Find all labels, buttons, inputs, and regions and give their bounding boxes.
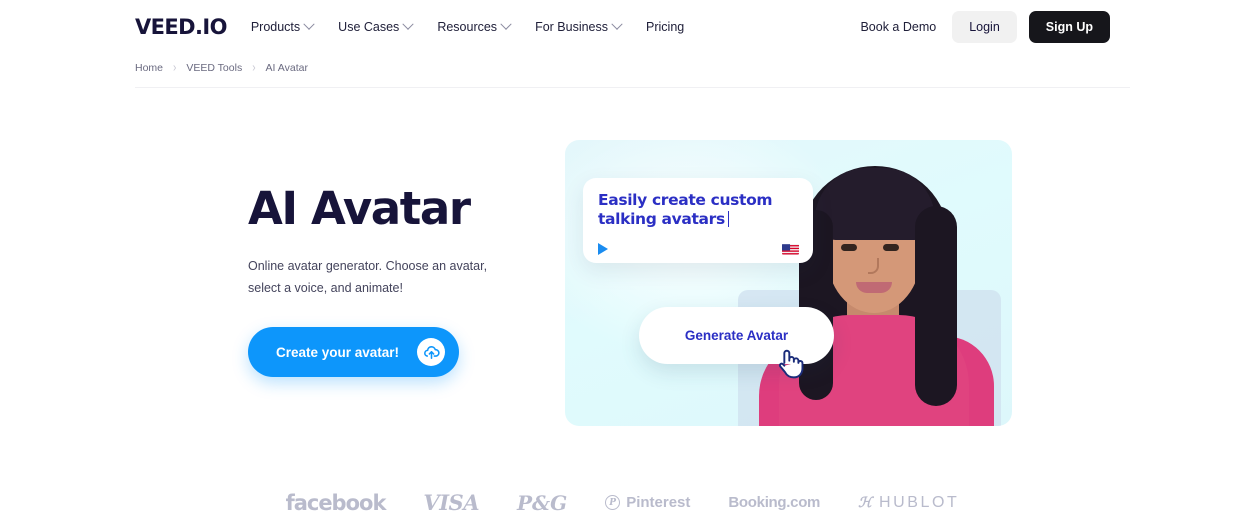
hero-text-column: AI Avatar Online avatar generator. Choos… (248, 185, 538, 377)
page-root: VEED.IO Products Use Cases Resources For… (0, 0, 1245, 530)
nav-item-for-business[interactable]: For Business (535, 18, 623, 34)
text-caret (727, 210, 730, 227)
create-your-avatar-button[interactable]: Create your avatar! (248, 327, 460, 377)
breadcrumb-home[interactable]: Home (135, 62, 163, 74)
caption-line-1: Easily create custom (598, 191, 773, 209)
logo-hublot: ℋ HUBLOT (858, 494, 959, 512)
logo-pinterest: P Pinterest (605, 494, 690, 511)
breadcrumb-veed-tools[interactable]: VEED Tools (186, 62, 242, 74)
breadcrumb: Home › VEED Tools › AI Avatar (135, 61, 308, 75)
chevron-down-icon (611, 18, 623, 30)
book-a-demo-link[interactable]: Book a Demo (860, 20, 936, 34)
caption-text: Easily create custom talking avatars (598, 191, 798, 229)
mouth (856, 282, 892, 293)
page-title: AI Avatar (248, 182, 471, 235)
breadcrumb-current: AI Avatar (265, 62, 308, 74)
logo-hublot-label: HUBLOT (878, 493, 960, 511)
hair-strand-right (915, 206, 957, 406)
logo-pg: P&G (517, 490, 568, 515)
nav-item-resources[interactable]: Resources (437, 18, 512, 34)
main-nav: Products Use Cases Resources For Busines… (250, 18, 684, 34)
nav-label: Pricing (646, 19, 685, 34)
logo-booking: Booking.com (728, 494, 821, 511)
eye-left (841, 244, 857, 251)
upload-cloud-icon (417, 338, 446, 366)
header-actions: Book a Demo Login Sign Up (860, 10, 1110, 43)
logo-facebook: facebook (285, 490, 387, 515)
chevron-down-icon (402, 18, 414, 30)
veed-logo[interactable]: VEED.IO (135, 15, 227, 39)
breadcrumb-separator-icon: › (173, 61, 177, 75)
hero-preview-card: Easily create custom talking avatars Gen… (565, 140, 1012, 426)
nav-label: Products (250, 19, 301, 34)
nav-label: For Business (535, 19, 609, 34)
header-inner: VEED.IO Products Use Cases Resources For… (0, 0, 1245, 53)
nav-item-pricing[interactable]: Pricing (646, 20, 684, 34)
cta-label: Create your avatar! (276, 344, 400, 360)
caption-input-card[interactable]: Easily create custom talking avatars (583, 178, 813, 263)
logo-visa: VISA (423, 490, 479, 515)
hublot-icon: ℋ (858, 494, 872, 510)
caption-card-footer (598, 243, 799, 255)
nav-item-products[interactable]: Products (250, 18, 315, 34)
login-button[interactable]: Login (952, 10, 1017, 43)
chevron-down-icon (500, 18, 512, 30)
nav-item-use-cases[interactable]: Use Cases (338, 18, 414, 34)
header-divider (135, 87, 1130, 88)
nav-label: Use Cases (338, 19, 400, 34)
pinterest-icon: P (605, 495, 621, 510)
logo-pinterest-label: Pinterest (626, 494, 691, 511)
site-header: VEED.IO Products Use Cases Resources For… (0, 0, 1245, 53)
hero-subtitle: Online avatar generator. Choose an avata… (248, 259, 488, 296)
generate-avatar-button[interactable]: Generate Avatar (639, 307, 834, 364)
eye-right (883, 244, 899, 251)
us-flag-icon[interactable] (782, 243, 799, 255)
nav-label: Resources (437, 19, 498, 34)
chevron-down-icon (303, 18, 315, 30)
customer-logo-bar: facebook VISA P&G P Pinterest Booking.co… (0, 490, 1245, 515)
breadcrumb-separator-icon: › (252, 61, 256, 75)
caption-line-2: talking avatars (598, 209, 725, 228)
signup-button[interactable]: Sign Up (1028, 10, 1110, 43)
play-icon[interactable] (598, 243, 608, 255)
